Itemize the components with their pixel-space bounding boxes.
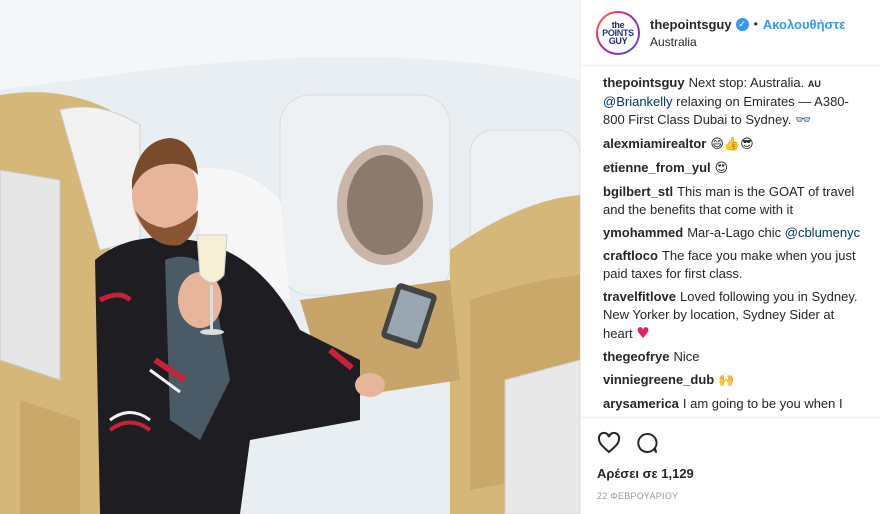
caption-text-1: Next stop: Australia. xyxy=(688,75,808,90)
heart-emoji: ♥ xyxy=(636,324,650,342)
comment-username[interactable]: vinniegreene_dub xyxy=(603,372,714,387)
comment-text: Mar-a-Lago chic xyxy=(687,225,785,240)
username-link[interactable]: thepointsguy xyxy=(650,17,732,32)
comment-username[interactable]: bgilbert_stl xyxy=(603,184,673,199)
heart-icon[interactable] xyxy=(597,431,621,455)
comment-username[interactable]: alexmiamirealtor xyxy=(603,136,706,151)
comment-item: etienne_from_yul 😍 xyxy=(603,159,866,178)
avatar-logo: the POINTS GUY xyxy=(598,12,638,53)
flag-emoji: AU xyxy=(807,79,821,89)
comment-item: arysamericaI am going to be you when I g… xyxy=(603,395,866,417)
header-text: thepointsguy ✓ • Ακολουθήστε Australia xyxy=(650,17,845,49)
follow-button[interactable]: Ακολουθήστε xyxy=(763,17,846,32)
comment-item: vinniegreene_dub 🙌 xyxy=(603,371,866,390)
caption-username[interactable]: thepointsguy xyxy=(603,75,685,90)
avatar[interactable]: the POINTS GUY xyxy=(596,10,640,55)
post-sidebar: the POINTS GUY thepointsguy ✓ • Ακολουθή… xyxy=(580,0,880,514)
glasses-emoji: 👓 xyxy=(794,113,812,128)
comment-item: bgilbert_stl This man is the GOAT of trav… xyxy=(603,183,866,219)
comments-list[interactable]: thepointsguy Next stop: Australia. AU @Br… xyxy=(581,66,880,417)
caption: thepointsguy Next stop: Australia. AU @Br… xyxy=(603,74,866,130)
comment-mention[interactable]: @cblumenyc xyxy=(785,225,860,240)
post-header: the POINTS GUY thepointsguy ✓ • Ακολουθή… xyxy=(581,0,880,66)
comment-emoji: 😄👍😎 xyxy=(710,137,754,152)
comment-item: ymohammed Mar-a-Lago chic @cblumenyc xyxy=(603,224,866,242)
comment-username[interactable]: craftloco xyxy=(603,248,658,263)
separator-dot: • xyxy=(753,17,758,31)
post-photo[interactable] xyxy=(0,0,580,514)
cabin-photo-illustration xyxy=(0,0,580,514)
likes-count[interactable]: Αρέσει σε 1,129 xyxy=(597,466,864,481)
comment-username[interactable]: ymohammed xyxy=(603,225,683,240)
comment-item: thegeofrye Nice xyxy=(603,348,866,366)
instagram-post: the POINTS GUY thepointsguy ✓ • Ακολουθή… xyxy=(0,0,880,514)
comment-username[interactable]: travelfitlove xyxy=(603,289,676,304)
action-icons xyxy=(597,426,864,460)
comment-username[interactable]: etienne_from_yul xyxy=(603,160,711,175)
avatar-logo-text-3: GUY xyxy=(608,35,628,46)
speech-bubble-icon[interactable] xyxy=(635,431,659,455)
caption-mention[interactable]: @Briankelly xyxy=(603,94,673,109)
post-date[interactable]: 22 ΦΕΒΡΟΥΑΡΙΟΥ xyxy=(597,491,864,501)
comment-item: craftloco The face you make when you just… xyxy=(603,247,866,283)
location-link[interactable]: Australia xyxy=(650,35,845,49)
comment-emoji: 😍 xyxy=(714,161,729,176)
verified-badge-icon: ✓ xyxy=(735,17,749,31)
comment-text: Nice xyxy=(673,349,700,364)
comment-username[interactable]: arysamerica xyxy=(603,396,679,411)
header-row: thepointsguy ✓ • Ακολουθήστε xyxy=(650,17,845,32)
comment-item: travelfitlove Loved following you in Sydn… xyxy=(603,288,866,343)
actions-section: Αρέσει σε 1,129 22 ΦΕΒΡΟΥΑΡΙΟΥ xyxy=(581,417,880,514)
comment-username[interactable]: thegeofrye xyxy=(603,349,669,364)
comment-emoji: 🙌 xyxy=(718,373,735,388)
comment-item: alexmiamirealtor 😄👍😎 xyxy=(603,135,866,154)
